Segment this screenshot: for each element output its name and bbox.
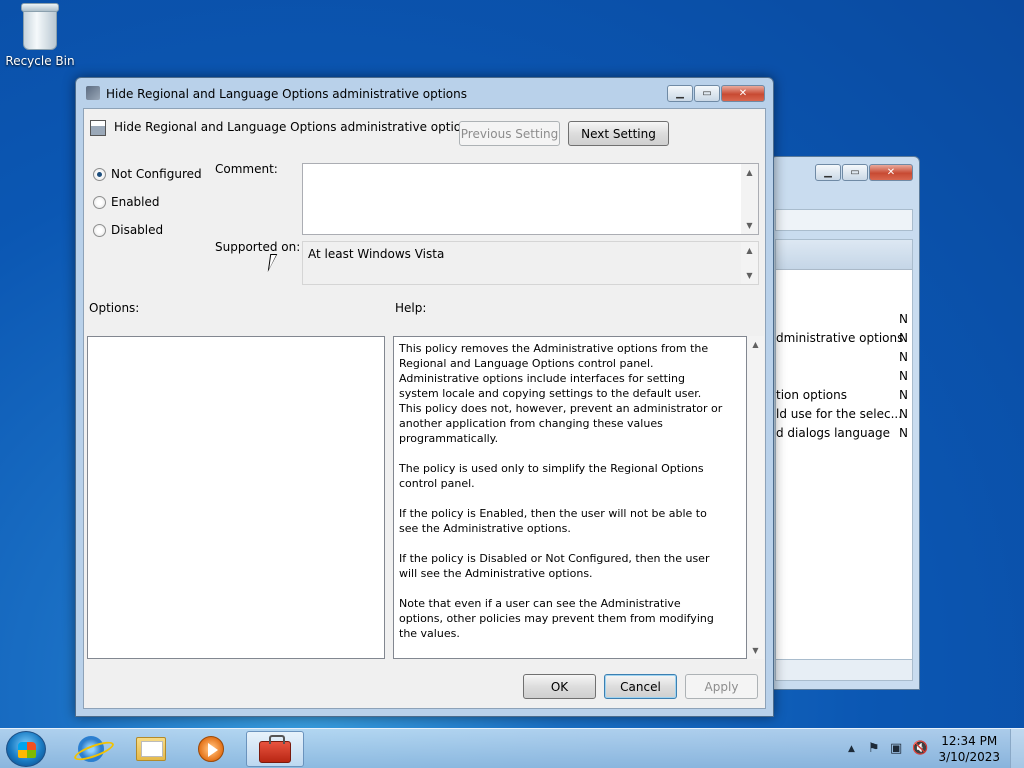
action-center-flag-icon[interactable]: ⚑ (868, 741, 880, 756)
cancel-button[interactable]: Cancel (604, 674, 677, 699)
system-tray: ▲ ⚑ ▣ 🔇 12:34 PM 3/10/2023 (834, 729, 1024, 768)
maximize-icon: ▭ (702, 88, 712, 99)
taskbar-media-player[interactable] (182, 731, 240, 767)
list-item[interactable]: dministrative options N (776, 329, 912, 348)
show-hidden-icons-icon[interactable]: ▲ (848, 744, 855, 754)
minimize-button[interactable]: ▁ (667, 85, 693, 102)
bg-list-header (776, 240, 912, 270)
radio-label: Disabled (111, 223, 164, 237)
radio-disabled[interactable]: Disabled (93, 223, 163, 237)
comment-label: Comment: (215, 162, 278, 176)
supported-on-field: At least Windows Vista ▲ ▼ (302, 241, 759, 285)
close-icon: ✕ (738, 88, 748, 99)
policy-setting-dialog[interactable]: Hide Regional and Language Options admin… (75, 77, 774, 717)
scroll-up-icon[interactable]: ▲ (741, 242, 758, 259)
list-item[interactable]: d dialogs language N (776, 424, 912, 443)
ok-button[interactable]: OK (523, 674, 596, 699)
dialog-title-bar[interactable]: Hide Regional and Language Options admin… (76, 78, 773, 108)
background-window[interactable]: ▁ ▭ ✕ N dministrative options N N N tion … (770, 156, 920, 690)
radio-label: Enabled (111, 195, 160, 209)
network-icon[interactable]: ▣ (890, 741, 902, 756)
bg-close-button[interactable]: ✕ (869, 164, 913, 181)
radio-not-configured[interactable]: Not Configured (93, 167, 202, 181)
bg-maximize-button[interactable]: ▭ (842, 164, 868, 181)
taskbar-group-policy-editor[interactable] (246, 731, 304, 767)
list-item[interactable]: ld use for the selec... N (776, 405, 912, 424)
setting-title: Hide Regional and Language Options admin… (114, 120, 476, 134)
policy-icon (86, 86, 100, 100)
previous-setting-button[interactable]: Previous Setting (459, 121, 560, 146)
recycle-bin-label: Recycle Bin (5, 54, 75, 68)
clock[interactable]: 12:34 PM 3/10/2023 (938, 733, 1000, 765)
taskbar-file-explorer[interactable] (122, 731, 180, 767)
dialog-window-title: Hide Regional and Language Options admin… (106, 87, 468, 101)
supported-on-scrollbar[interactable]: ▲ ▼ (741, 242, 758, 284)
close-button[interactable]: ✕ (721, 85, 765, 102)
help-text: This policy removes the Administrative o… (399, 341, 726, 656)
mouse-cursor-icon (267, 254, 285, 272)
help-label: Help: (395, 301, 427, 315)
minimize-icon: ▁ (824, 167, 832, 178)
help-panel[interactable]: This policy removes the Administrative o… (393, 336, 747, 659)
list-item[interactable]: N (776, 367, 912, 386)
supported-on-label: Supported on: (215, 240, 301, 254)
internet-explorer-icon (78, 736, 104, 762)
scroll-up-icon[interactable]: ▲ (747, 336, 764, 353)
minimize-icon: ▁ (676, 88, 684, 99)
comment-field[interactable]: ▲ ▼ (302, 163, 759, 235)
bg-status-bar (775, 659, 913, 681)
help-paragraph: If the policy is Disabled or Not Configu… (399, 552, 710, 580)
taskbar: ▲ ⚑ ▣ 🔇 12:34 PM 3/10/2023 (0, 728, 1024, 768)
scroll-down-icon[interactable]: ▼ (741, 267, 758, 284)
clock-time: 12:34 PM (941, 734, 998, 748)
maximize-icon: ▭ (850, 167, 860, 178)
help-paragraph: This policy removes the Administrative o… (399, 342, 723, 445)
help-paragraph: The policy is used only to simplify the … (399, 462, 704, 490)
media-player-icon (198, 736, 224, 762)
toolbox-icon (259, 735, 291, 763)
dialog-client-area: Hide Regional and Language Options admin… (83, 108, 766, 709)
apply-button[interactable]: Apply (685, 674, 758, 699)
radio-button-checked[interactable] (93, 167, 106, 181)
volume-muted-icon[interactable]: 🔇 (912, 741, 928, 756)
recycle-bin-icon (21, 3, 59, 50)
radio-label: Not Configured (111, 167, 202, 181)
taskbar-internet-explorer[interactable] (62, 731, 120, 767)
list-item[interactable]: N (776, 348, 912, 367)
start-button[interactable] (6, 731, 46, 767)
folder-icon (136, 737, 166, 761)
supported-on-value: At least Windows Vista (308, 247, 445, 261)
bg-toolbar (775, 209, 913, 231)
scroll-down-icon[interactable]: ▼ (747, 642, 764, 659)
windows-logo-icon (18, 742, 36, 758)
bg-policy-list[interactable]: N dministrative options N N N tion option… (775, 239, 913, 679)
scroll-up-icon[interactable]: ▲ (741, 164, 758, 181)
maximize-button[interactable]: ▭ (694, 85, 720, 102)
radio-button[interactable] (93, 195, 106, 209)
options-panel[interactable] (87, 336, 385, 659)
bg-minimize-button[interactable]: ▁ (815, 164, 841, 181)
show-desktop-button[interactable] (1010, 729, 1024, 768)
help-scrollbar[interactable]: ▲ ▼ (747, 336, 764, 659)
recycle-bin-desktop-icon[interactable]: Recycle Bin (4, 3, 76, 68)
options-label: Options: (89, 301, 140, 315)
list-item[interactable]: tion options N (776, 386, 912, 405)
help-paragraph: Note that even if a user can see the Adm… (399, 597, 714, 640)
setting-icon (90, 120, 106, 136)
radio-button[interactable] (93, 223, 106, 237)
scroll-down-icon[interactable]: ▼ (741, 217, 758, 234)
next-setting-button[interactable]: Next Setting (568, 121, 669, 146)
radio-enabled[interactable]: Enabled (93, 195, 160, 209)
help-paragraph: If the policy is Enabled, then the user … (399, 507, 707, 535)
list-item[interactable]: N (776, 310, 912, 329)
close-icon: ✕ (886, 167, 896, 178)
clock-date: 3/10/2023 (938, 750, 1000, 764)
comment-scrollbar[interactable]: ▲ ▼ (741, 164, 758, 234)
